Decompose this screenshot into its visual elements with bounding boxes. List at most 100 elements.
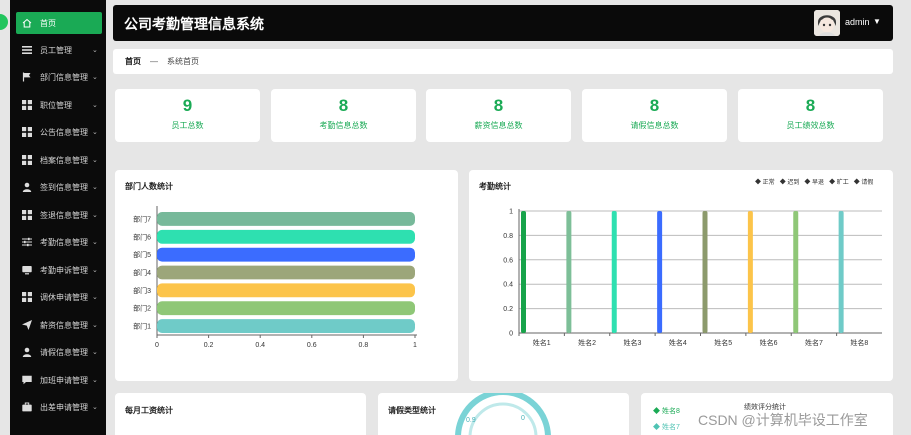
sidebar-item-label: 员工管理: [40, 45, 72, 55]
sidebar-item-notices[interactable]: 公告信息管理 ⌄: [16, 121, 102, 143]
bar: [157, 301, 415, 316]
chevron-down-icon: ⌄: [92, 212, 98, 219]
caret-down-icon[interactable]: ▼: [873, 17, 881, 26]
chevron-down-icon: ⌄: [92, 377, 98, 384]
sidebar-item-label: 调休申请管理: [40, 292, 88, 302]
sidebar: 首页 员工管理 ⌄ 部门信息管理 ⌄ 职位管理 ⌄ 公告信息管理 ⌄ 档案信息管…: [10, 0, 106, 435]
sidebar-item-appeals[interactable]: 考勤申诉管理 ⌄: [16, 259, 102, 281]
sidebar-item-employees[interactable]: 员工管理 ⌄: [16, 39, 102, 61]
category-label: 姓名4: [669, 338, 687, 347]
bar: [521, 211, 526, 333]
user-icon: [22, 182, 32, 192]
category-label: 部门5: [133, 250, 151, 259]
avatar[interactable]: [814, 10, 840, 36]
bar: [838, 211, 844, 333]
category-label: 部门6: [133, 232, 151, 241]
pie-label: 0: [521, 415, 525, 422]
sidebar-item-positions[interactable]: 职位管理 ⌄: [16, 94, 102, 116]
chevron-down-icon: ⌄: [92, 239, 98, 246]
sidebar-item-checkin[interactable]: 签到信息管理 ⌄: [16, 176, 102, 198]
sidebar-item-attendance[interactable]: 考勤信息管理 ⌄: [16, 231, 102, 253]
breadcrumb-current: 系统首页: [167, 57, 199, 66]
watermark: CSDN @计算机毕设工作室: [698, 412, 868, 428]
bar: [611, 211, 617, 333]
tick-label: 0: [509, 331, 513, 338]
chevron-down-icon: ⌄: [92, 47, 98, 54]
grid-icon: [22, 127, 32, 137]
stat-card-attendance: 8 考勤信息总数: [271, 89, 416, 142]
edge-indicator: [0, 14, 8, 30]
tick-label: 0.6: [503, 257, 513, 264]
dept-bar-chart: 部门7 部门6 部门5 部门4 部门3 部门2 部门1 0 0.2 0.4 0.6 0.8 1: [133, 206, 417, 349]
tick-label: 0: [155, 342, 159, 349]
tick-label: 0.8: [503, 233, 513, 240]
user-icon: [22, 347, 32, 357]
panel-dept-count: 部门人数统计 部门7 部门6 部门5 部门4 部门3 部门2 部门1 0 0.2 0.4 0.6 0.…: [115, 170, 458, 381]
sidebar-item-timeoff[interactable]: 调休申请管理 ⌄: [16, 286, 102, 308]
flag-icon: [22, 72, 32, 82]
monitor-icon: [22, 265, 32, 275]
sidebar-item-label: 请假信息管理: [40, 347, 88, 357]
stat-card-employees: 9 员工总数: [115, 89, 260, 142]
bar: [793, 211, 799, 333]
legend-item[interactable]: ◆ 姓名8: [653, 406, 680, 416]
tick-label: 1: [413, 342, 417, 349]
chevron-down-icon: ⌄: [92, 184, 98, 191]
tick-label: 0.6: [307, 342, 317, 349]
panel-title: 每月工资统计: [125, 406, 173, 415]
sidebar-item-checkout[interactable]: 签退信息管理 ⌄: [16, 204, 102, 226]
leave-pie-chart: 0.9 0: [455, 393, 551, 435]
bar: [747, 211, 753, 333]
bar: [657, 211, 663, 333]
top-bar: 公司考勤管理信息系统 admin ▼: [113, 5, 893, 41]
sidebar-item-travel[interactable]: 出差申请管理 ⌄: [16, 396, 102, 418]
sidebar-item-departments[interactable]: 部门信息管理 ⌄: [16, 66, 102, 88]
sidebar-item-archives[interactable]: 档案信息管理 ⌄: [16, 149, 102, 171]
panel-leave-types: 请假类型统计 0.9 0: [378, 393, 629, 435]
sidebar-item-label: 出差申请管理: [40, 402, 88, 412]
category-label: 姓名5: [714, 338, 732, 347]
grid-icon: [22, 210, 32, 220]
category-label: 部门3: [133, 286, 151, 295]
tick-label: 0.4: [503, 282, 513, 289]
chevron-down-icon: ⌄: [92, 74, 98, 81]
panel-monthly-salary: 每月工资统计: [115, 393, 366, 435]
sidebar-item-label: 首页: [40, 18, 56, 28]
breadcrumb-separator: —: [150, 57, 158, 66]
legend-item[interactable]: ◆ 姓名7: [653, 422, 680, 432]
breadcrumb-home[interactable]: 首页: [125, 56, 141, 67]
briefcase-icon: [22, 402, 32, 412]
category-label: 部门4: [133, 268, 151, 277]
stat-card-salary: 8 薪资信息总数: [426, 89, 571, 142]
sidebar-item-label: 公告信息管理: [40, 127, 88, 137]
app-title: 公司考勤管理信息系统: [124, 16, 264, 32]
stat-value: 9: [182, 96, 193, 115]
stat-value: 8: [493, 96, 504, 115]
sidebar-item-overtime[interactable]: 加班申请管理 ⌄: [16, 369, 102, 391]
sidebar-item-label: 加班申请管理: [40, 375, 88, 385]
chat-icon: [22, 375, 32, 385]
sidebar-item-label: 签退信息管理: [40, 210, 88, 220]
user-menu[interactable]: admin: [845, 17, 870, 27]
chevron-down-icon: ⌄: [92, 267, 98, 274]
stat-label: 考勤信息总数: [319, 121, 368, 130]
bar: [157, 212, 415, 226]
stat-value: 8: [805, 96, 816, 115]
grid-icon: [22, 155, 32, 165]
sidebar-item-salary[interactable]: 薪资信息管理 ⌄: [16, 314, 102, 336]
list-icon: [22, 45, 32, 55]
chevron-down-icon: ⌄: [92, 349, 98, 356]
chevron-down-icon: ⌄: [92, 404, 98, 411]
category-label: 部门1: [133, 322, 151, 331]
bar: [157, 247, 415, 262]
sidebar-item-home[interactable]: 首页: [16, 12, 102, 34]
sliders-icon: [22, 237, 32, 247]
stat-card-leave: 8 请假信息总数: [582, 89, 727, 142]
stat-label: 员工绩效总数: [786, 121, 835, 130]
grid-icon: [22, 292, 32, 302]
stat-value: 8: [649, 96, 660, 115]
chevron-down-icon: ⌄: [92, 102, 98, 109]
sidebar-item-leave[interactable]: 请假信息管理 ⌄: [16, 341, 102, 363]
home-icon: [22, 18, 32, 28]
bar: [157, 283, 415, 298]
